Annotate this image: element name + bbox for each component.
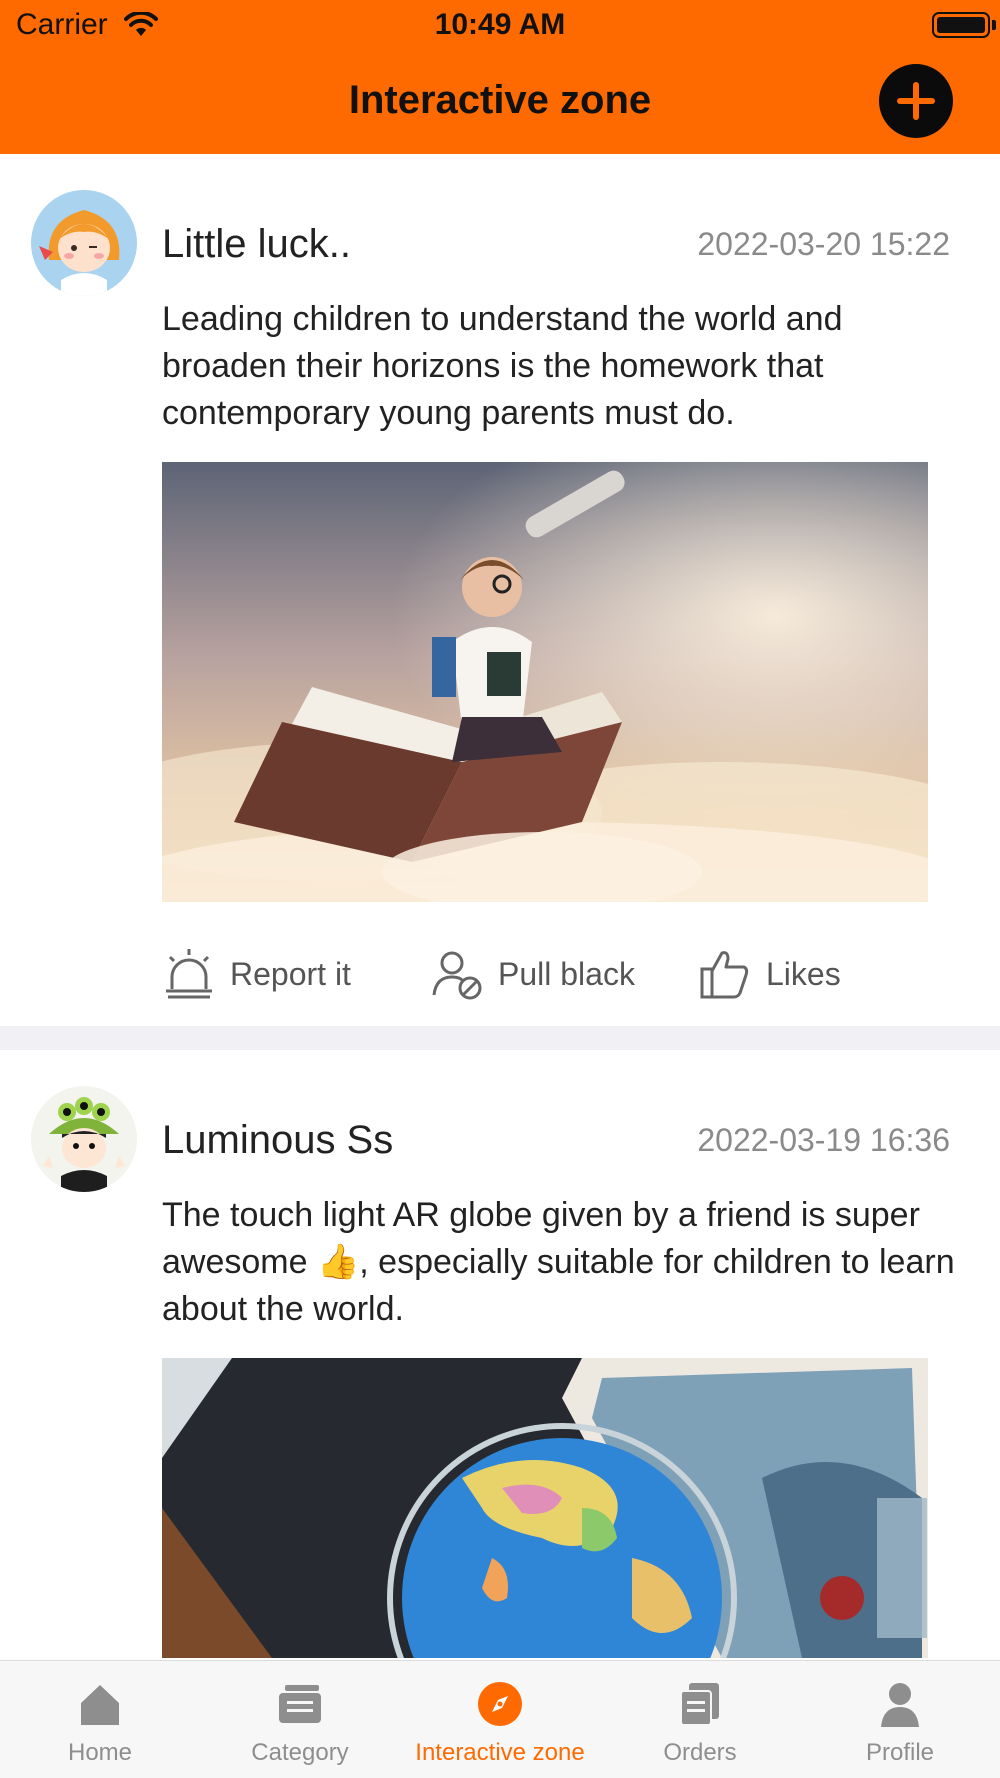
avatar[interactable] — [31, 190, 137, 296]
tab-label: Orders — [663, 1739, 737, 1766]
pull-black-button[interactable]: Pull black — [430, 944, 635, 1004]
likes-label: Likes — [766, 955, 841, 992]
post-username[interactable]: Little luck.. — [162, 222, 351, 267]
post-content: The touch light AR globe given by a frie… — [162, 1196, 955, 1328]
post-card: Luminous Ss 2022-03-19 16:36 The touch l… — [0, 1050, 1000, 1660]
thumbs-up-icon — [700, 951, 749, 999]
post-timestamp: 2022-03-19 16:36 — [697, 1122, 950, 1158]
block-user-icon — [432, 951, 482, 1000]
tab-orders[interactable]: Orders — [600, 1661, 800, 1778]
likes-button[interactable]: Likes — [698, 944, 841, 1004]
post-feed[interactable]: Little luck.. 2022-03-20 15:22 Leading c… — [0, 154, 1000, 1660]
alarm-icon — [166, 949, 212, 999]
compass-icon — [478, 1682, 522, 1726]
tab-profile[interactable]: Profile — [800, 1661, 1000, 1778]
add-post-button[interactable] — [879, 64, 953, 138]
page-title: Interactive zone — [348, 78, 652, 122]
battery-tip — [992, 20, 996, 30]
post-timestamp: 2022-03-20 15:22 — [697, 226, 950, 262]
home-icon — [81, 1685, 119, 1725]
category-icon — [279, 1685, 321, 1723]
tab-label: Interactive zone — [415, 1739, 585, 1766]
post-card: Little luck.. 2022-03-20 15:22 Leading c… — [0, 154, 1000, 1026]
profile-icon — [881, 1683, 919, 1727]
post-content: Leading children to understand the world… — [162, 300, 843, 432]
tab-interactive-zone[interactable]: Interactive zone — [400, 1661, 600, 1778]
avatar[interactable] — [31, 1086, 137, 1192]
report-label: Report it — [230, 955, 351, 992]
post-photo[interactable] — [162, 1358, 928, 1658]
tab-label: Home — [67, 1739, 133, 1766]
tab-category[interactable]: Category — [200, 1661, 400, 1778]
report-button[interactable]: Report it — [162, 944, 351, 1004]
status-time: 10:49 AM — [434, 8, 566, 41]
tab-label: Profile — [865, 1739, 935, 1766]
post-photo[interactable] — [162, 462, 928, 902]
tab-bar: Home Category Interactive zone Orders Pr… — [0, 1660, 1000, 1778]
tab-label: Category — [251, 1739, 349, 1766]
orders-icon — [680, 1683, 719, 1726]
post-separator — [0, 1026, 1000, 1050]
tab-home[interactable]: Home — [0, 1661, 200, 1778]
post-actions: Report it Pull black Likes — [0, 944, 1000, 1004]
app-header: Carrier 10:49 AM Interactive zone — [0, 0, 1000, 154]
status-bar: Carrier 10:49 AM — [0, 0, 1000, 52]
post-username[interactable]: Luminous Ss — [162, 1118, 393, 1163]
battery-icon — [932, 12, 990, 38]
pull-black-label: Pull black — [498, 955, 635, 992]
